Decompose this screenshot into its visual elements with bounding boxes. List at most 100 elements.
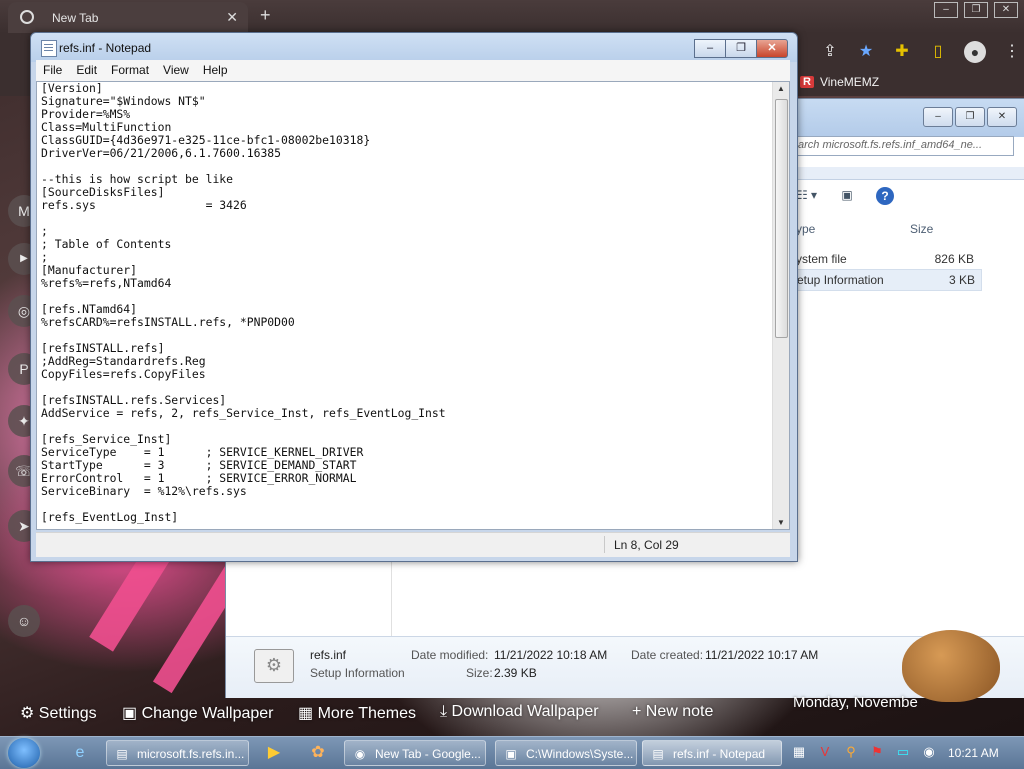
tray-app-icon[interactable]: ▦	[790, 743, 808, 761]
chrome-tab-newtab[interactable]: New Tab ✕	[8, 2, 248, 33]
menu-help[interactable]: Help	[196, 60, 235, 81]
taskbar-item-cmd[interactable]: ▣ C:\Windows\Syste...	[495, 740, 637, 766]
extensions-puzzle-icon[interactable]: ✚	[892, 42, 912, 62]
status-divider	[604, 536, 605, 553]
start-button[interactable]	[8, 738, 40, 768]
tray-v-icon[interactable]: V	[816, 743, 834, 761]
side-panel-icon[interactable]: ▯	[928, 42, 948, 62]
settings-link[interactable]: ⚙ Settings	[20, 703, 97, 723]
details-modified-value: 11/21/2022 10:18 AM	[494, 648, 608, 662]
more-themes-label: More Themes	[317, 705, 416, 722]
chrome-menu-icon[interactable]: ⋮	[1002, 42, 1022, 62]
column-size[interactable]: Size	[910, 222, 933, 236]
image-icon: ▣	[122, 705, 138, 722]
new-tab-plus-icon[interactable]: +	[260, 5, 271, 26]
scroll-up-arrow-icon[interactable]: ▲	[777, 84, 785, 93]
more-themes-link[interactable]: ▦ More Themes	[298, 703, 416, 723]
reddit-icon[interactable]: ☺	[8, 605, 40, 637]
file-type: ystem file	[796, 252, 847, 266]
app-icon[interactable]: ✿	[306, 741, 330, 765]
internet-explorer-icon[interactable]: e	[68, 741, 92, 765]
chrome-minimize-button[interactable]: –	[934, 2, 958, 18]
menu-view[interactable]: View	[156, 60, 196, 81]
chrome-icon: ◉	[354, 747, 366, 761]
notepad-title: refs.inf - Notepad	[59, 41, 152, 55]
download-wallpaper-link[interactable]: ⤓ Download Wallpaper	[440, 703, 599, 721]
wallpaper-date: Monday, Novembe	[793, 694, 918, 711]
change-wallpaper-link[interactable]: ▣ Change Wallpaper	[122, 703, 274, 723]
chrome-tab-strip: New Tab ✕ + – ❐ ✕	[0, 0, 1024, 33]
gear-icon: ⚙	[20, 705, 35, 722]
explorer-column-headers: ype Size	[796, 219, 1006, 241]
taskbar-clock[interactable]: 10:21 AM	[948, 746, 999, 760]
details-size-value: 2.39 KB	[494, 666, 537, 680]
change-wallpaper-label: Change Wallpaper	[141, 705, 274, 722]
grid-icon: ▦	[298, 705, 314, 722]
details-created-label: Date created:	[631, 648, 704, 662]
close-tab-icon[interactable]: ✕	[226, 9, 238, 26]
notepad-close-button[interactable]: ✕	[756, 39, 788, 58]
scrollbar-thumb[interactable]	[775, 99, 788, 338]
chrome-maximize-button[interactable]: ❐	[964, 2, 988, 18]
tray-search-icon[interactable]: ⚲	[842, 743, 860, 761]
tray-record-icon[interactable]: ◉	[920, 743, 938, 761]
notepad-menubar: File Edit Format View Help	[36, 60, 790, 81]
notepad-app-icon	[41, 40, 57, 57]
settings-label: Settings	[38, 705, 97, 722]
system-tray: ▦ V ⚲ ⚑ ▭ ◉	[790, 743, 938, 761]
notepad-text-area[interactable]: [Version] Signature="$Windows NT$" Provi…	[36, 81, 790, 530]
tray-flag-icon[interactable]: ⚑	[868, 743, 886, 761]
share-icon[interactable]: ⇪	[820, 42, 840, 62]
nav-pane-divider[interactable]	[391, 554, 392, 636]
menu-format[interactable]: Format	[104, 60, 156, 81]
file-row[interactable]: ystem file 826 KB	[796, 249, 980, 269]
help-icon[interactable]: ?	[876, 187, 894, 205]
taskbar-item-label: C:\Windows\Syste...	[526, 747, 634, 761]
chrome-window-controls: – ❐ ✕	[934, 2, 1018, 18]
details-size-label: Size:	[466, 666, 493, 680]
tray-monitor-icon[interactable]: ▭	[894, 743, 912, 761]
media-player-icon[interactable]: ▶	[262, 741, 286, 765]
notepad-statusbar: Ln 8, Col 29	[36, 532, 790, 557]
notepad-content[interactable]: [Version] Signature="$Windows NT$" Provi…	[41, 82, 446, 524]
bookmark-vinememz[interactable]: R VineMEMZ	[800, 75, 879, 89]
chrome-close-button[interactable]: ✕	[994, 2, 1018, 18]
explorer-minimize-button[interactable]: –	[923, 107, 953, 127]
details-modified-label: Date modified:	[411, 648, 489, 662]
menu-edit[interactable]: Edit	[69, 60, 104, 81]
profile-avatar-icon[interactable]: ●	[964, 41, 986, 63]
explorer-search-input[interactable]: arch microsoft.fs.refs.inf_amd64_ne...	[791, 136, 1014, 156]
cursor-position: Ln 8, Col 29	[614, 538, 679, 552]
notepad-maximize-button[interactable]: ❐	[725, 39, 757, 58]
taskbar-item-explorer[interactable]: ▤ microsoft.fs.refs.in...	[106, 740, 249, 766]
vinememz-icon: R	[800, 76, 814, 88]
file-type: etup Information	[797, 273, 884, 287]
windows-taskbar: e ▤ microsoft.fs.refs.in... ▶ ✿ ◉ New Tab …	[0, 736, 1024, 769]
new-note-link[interactable]: + New note	[632, 703, 713, 721]
setup-file-icon: ⚙	[254, 649, 294, 683]
menu-file[interactable]: File	[36, 60, 69, 81]
notepad-titlebar[interactable]: refs.inf - Notepad – ❐ ✕	[31, 33, 797, 62]
change-view-icon[interactable]: ☷ ▾	[796, 188, 818, 204]
explorer-close-button[interactable]: ✕	[987, 107, 1017, 127]
chrome-tab-title: New Tab	[52, 11, 99, 25]
taskbar-item-label: microsoft.fs.refs.in...	[137, 747, 245, 761]
bookmark-vinememz-label: VineMEMZ	[819, 75, 880, 89]
scroll-down-arrow-icon[interactable]: ▼	[777, 518, 785, 527]
explorer-maximize-button[interactable]: ❐	[955, 107, 985, 127]
notepad-minimize-button[interactable]: –	[694, 39, 726, 58]
download-icon: ⤓	[440, 703, 448, 720]
details-created-value: 11/21/2022 10:17 AM	[705, 648, 819, 662]
potato-mascot-image	[902, 630, 1000, 702]
vertical-scrollbar[interactable]: ▲ ▼	[772, 82, 789, 529]
preview-pane-icon[interactable]: ▣	[836, 188, 858, 204]
taskbar-item-chrome[interactable]: ◉ New Tab - Google...	[344, 740, 486, 766]
file-size: 3 KB	[948, 273, 975, 287]
chrome-favicon-icon	[20, 10, 34, 24]
details-file-name: refs.inf	[310, 648, 347, 662]
file-row-selected[interactable]: etup Information 3 KB	[796, 269, 982, 291]
taskbar-item-notepad[interactable]: ▤ refs.inf - Notepad	[642, 740, 782, 766]
bookmark-star-icon[interactable]: ★	[856, 42, 876, 62]
column-type[interactable]: ype	[796, 222, 815, 236]
window-icon: ▣	[505, 747, 517, 761]
